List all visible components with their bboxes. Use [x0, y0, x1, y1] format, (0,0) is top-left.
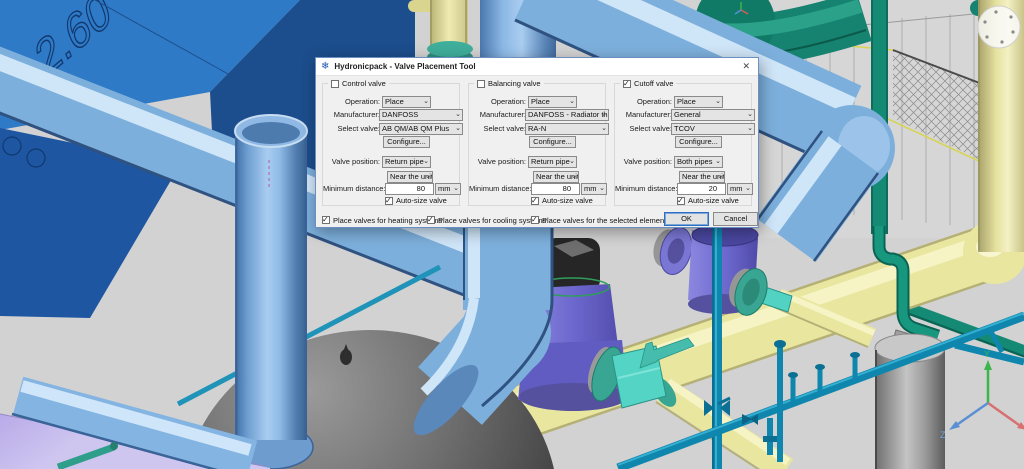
- valve-select[interactable]: TCOV: [671, 123, 755, 135]
- control-valve-checkbox[interactable]: [331, 80, 339, 88]
- operation-label: Operation:: [323, 96, 380, 108]
- balancing-valve-label: Balancing valve: [488, 79, 541, 88]
- valve-position-select[interactable]: Both pipes: [674, 156, 723, 168]
- selected-elements-option: Place valves for the selected elements o…: [531, 213, 686, 227]
- select-valve-label: Select valve:: [323, 123, 380, 135]
- autosize-checkbox[interactable]: [677, 197, 685, 205]
- select-valve-label: Select valve:: [469, 123, 526, 135]
- group-cutoff-valve: Cutoff valve Operation: Place Manufactur…: [614, 83, 752, 206]
- close-icon[interactable]: ✕: [739, 61, 753, 72]
- flange-bolt-circle: [978, 6, 1020, 48]
- minimum-distance-label: Minimum distance:: [615, 183, 672, 195]
- minimum-distance-input[interactable]: 20: [677, 183, 726, 195]
- manufacturer-select[interactable]: DANFOSS - Radiator ther: [525, 109, 609, 121]
- heating-systems-option: Place valves for heating systems: [322, 213, 442, 227]
- dialog-title: Hydronicpack - Valve Placement Tool: [334, 62, 739, 71]
- pipe-blue-vertical-cylinder: [229, 115, 313, 469]
- valve-position-select[interactable]: Return pipe: [382, 156, 431, 168]
- dialog-titlebar[interactable]: ❄ Hydronicpack - Valve Placement Tool ✕: [316, 58, 758, 76]
- minimum-distance-input[interactable]: 80: [531, 183, 580, 195]
- unit-select[interactable]: mm: [435, 183, 461, 195]
- valve-select[interactable]: AB QM/AB QM Plus: [379, 123, 463, 135]
- heating-systems-label: Place valves for heating systems: [333, 216, 442, 225]
- near-unit-select[interactable]: Near the unit: [679, 171, 725, 183]
- operation-select[interactable]: Place: [674, 96, 723, 108]
- near-unit-select[interactable]: Near the unit: [387, 171, 433, 183]
- application-window: 2.60: [0, 0, 1024, 469]
- balancing-valve-checkbox[interactable]: [477, 80, 485, 88]
- heating-systems-checkbox[interactable]: [322, 216, 330, 224]
- group-control-valve: Control valve Operation: Place Manufactu…: [322, 83, 460, 206]
- group-balancing-valve: Balancing valve Operation: Place Manufac…: [468, 83, 606, 206]
- minimum-distance-label: Minimum distance:: [469, 183, 526, 195]
- manufacturer-label: Manufacturer:: [323, 109, 380, 121]
- ok-button[interactable]: OK: [664, 212, 709, 226]
- valve-position-label: Valve position:: [323, 156, 380, 168]
- valve-position-label: Valve position:: [615, 156, 672, 168]
- autosize-label: Auto-size valve: [396, 196, 447, 205]
- operation-label: Operation:: [469, 96, 526, 108]
- cutoff-valve-checkbox[interactable]: [623, 80, 631, 88]
- operation-label: Operation:: [615, 96, 672, 108]
- operation-select[interactable]: Place: [528, 96, 577, 108]
- configure-button[interactable]: Configure...: [675, 136, 722, 148]
- operation-select[interactable]: Place: [382, 96, 431, 108]
- cancel-button[interactable]: Cancel: [713, 212, 758, 226]
- valve-placement-dialog: ❄ Hydronicpack - Valve Placement Tool ✕ …: [315, 57, 759, 228]
- hydronicpack-app-icon: ❄: [321, 61, 329, 72]
- axis-y-label: Y: [984, 349, 990, 359]
- control-valve-label: Control valve: [342, 79, 386, 88]
- manufacturer-select[interactable]: General: [671, 109, 755, 121]
- unit-select[interactable]: mm: [581, 183, 607, 195]
- valve-select[interactable]: RA-N: [525, 123, 609, 135]
- configure-button[interactable]: Configure...: [529, 136, 576, 148]
- manufacturer-label: Manufacturer:: [615, 109, 672, 121]
- manufacturer-label: Manufacturer:: [469, 109, 526, 121]
- minimum-distance-label: Minimum distance:: [323, 183, 380, 195]
- near-unit-select[interactable]: Near the unit: [533, 171, 579, 183]
- unit-select[interactable]: mm: [727, 183, 753, 195]
- select-valve-label: Select valve:: [615, 123, 672, 135]
- autosize-checkbox[interactable]: [531, 197, 539, 205]
- manufacturer-select[interactable]: DANFOSS: [379, 109, 463, 121]
- autosize-label: Auto-size valve: [542, 196, 593, 205]
- axis-z-label: Z: [940, 430, 946, 440]
- autosize-checkbox[interactable]: [385, 197, 393, 205]
- valve-position-label: Valve position:: [469, 156, 526, 168]
- valve-position-select[interactable]: Return pipe: [528, 156, 577, 168]
- configure-button[interactable]: Configure...: [383, 136, 430, 148]
- selected-elements-checkbox[interactable]: [531, 216, 539, 224]
- cooling-systems-option: Place valves for cooling systems: [427, 213, 546, 227]
- cutoff-valve-label: Cutoff valve: [634, 79, 673, 88]
- autosize-label: Auto-size valve: [688, 196, 739, 205]
- minimum-distance-input[interactable]: 80: [385, 183, 434, 195]
- cooling-systems-checkbox[interactable]: [427, 216, 435, 224]
